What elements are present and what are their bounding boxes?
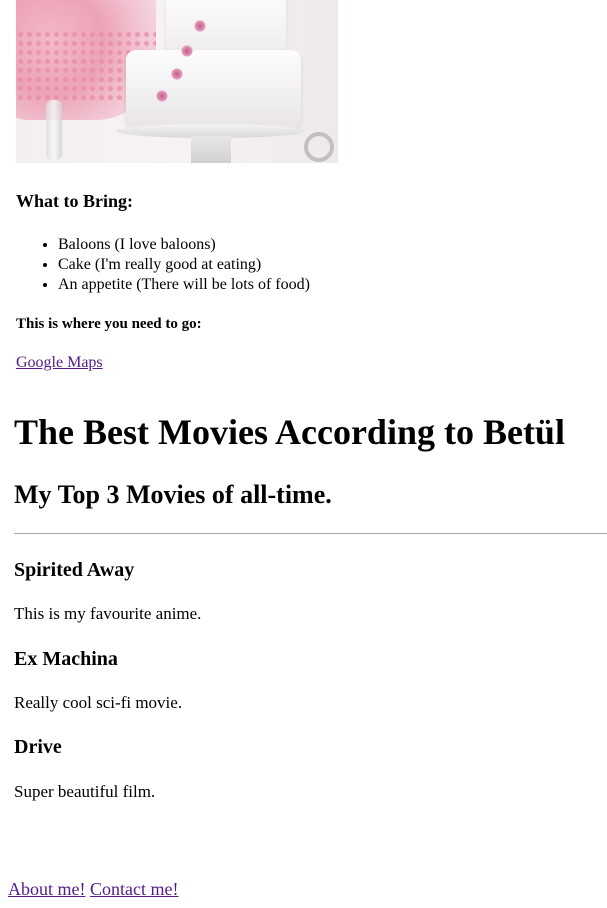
sugar-flower-icon — [171, 68, 183, 80]
what-to-bring-heading: What to Bring: — [16, 191, 133, 211]
sugar-flower-icon — [181, 45, 193, 57]
page-subtitle: My Top 3 Movies of all-time. — [14, 480, 332, 509]
contact-me-link[interactable]: Contact me! — [90, 879, 178, 899]
wedding-cake-image — [16, 0, 338, 163]
sugar-flower-icon — [194, 20, 206, 32]
divider — [14, 533, 607, 534]
list-item: Baloons (I love baloons) — [58, 235, 310, 255]
sugar-flower-icon — [156, 90, 168, 102]
list-item: Cake (I'm really good at eating) — [58, 255, 310, 275]
footer-links: About me! Contact me! — [8, 879, 178, 900]
cake-stand-leg — [191, 136, 231, 163]
page-title: The Best Movies According to Betül — [14, 412, 565, 452]
movie-title: Ex Machina — [14, 648, 118, 670]
where-to-go-heading: This is where you need to go: — [16, 316, 202, 332]
movie-description: Super beautiful film. — [14, 782, 156, 801]
google-maps-link[interactable]: Google Maps — [16, 354, 103, 372]
glass-decoration — [46, 100, 62, 160]
movie-description: Really cool sci-fi movie. — [14, 693, 183, 712]
bring-list: Baloons (I love baloons) Cake (I'm reall… — [16, 235, 310, 295]
movie-title: Drive — [14, 736, 62, 758]
about-me-link[interactable]: About me! — [8, 879, 85, 899]
movie-description: This is my favourite anime. — [14, 604, 202, 623]
movie-title: Spirited Away — [14, 559, 135, 581]
list-item: An appetite (There will be lots of food) — [58, 275, 310, 295]
ring-decoration — [304, 132, 334, 162]
white-cake-bottom-tier — [126, 50, 301, 130]
